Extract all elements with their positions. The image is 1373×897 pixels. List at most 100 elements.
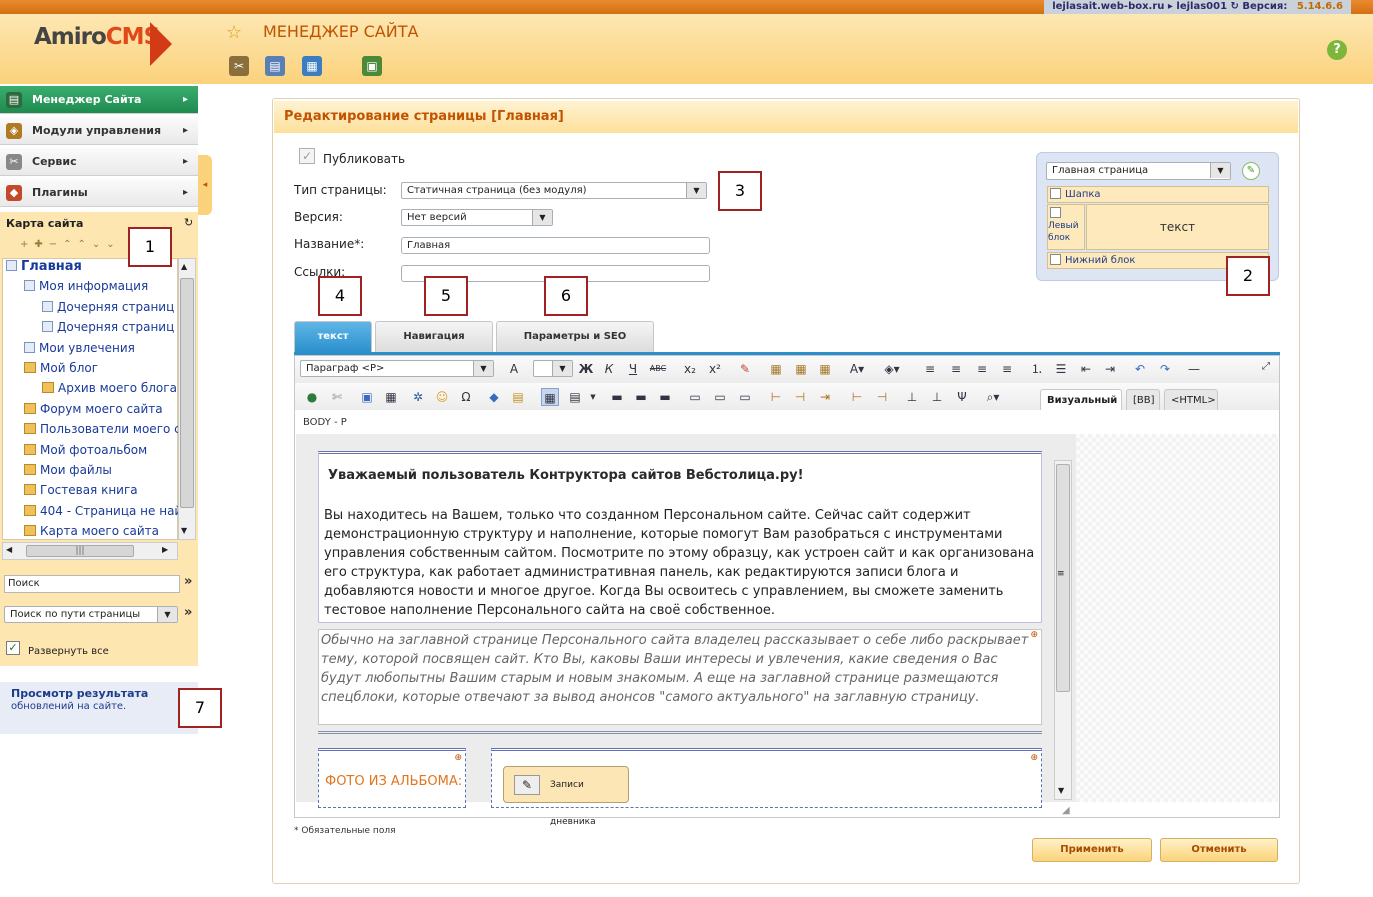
publish-checkbox[interactable]: ✓ bbox=[299, 148, 315, 164]
name-input[interactable]: Главная bbox=[401, 237, 710, 254]
unlink-icon[interactable]: ✄ bbox=[328, 388, 346, 406]
paste-text-icon[interactable]: ▦ bbox=[792, 360, 810, 378]
sitemap-icon[interactable]: ▦ bbox=[302, 56, 322, 76]
insert-table-icon[interactable]: ▦ bbox=[382, 388, 400, 406]
tree-toolbar[interactable]: +✚−⌃⌃⌄⌄ bbox=[20, 239, 121, 250]
tree-node[interactable]: Главная bbox=[6, 259, 82, 274]
insert-image-icon[interactable]: ▣ bbox=[358, 388, 376, 406]
tree-hscroll-thumb[interactable]: ||| bbox=[26, 545, 134, 557]
scroll-right-icon[interactable]: ▶ bbox=[162, 545, 168, 554]
bold-icon[interactable]: Ж bbox=[577, 360, 595, 378]
bg-color-icon[interactable]: ◈▾ bbox=[883, 360, 901, 378]
mode-html-tab[interactable]: <HTML> bbox=[1164, 389, 1218, 410]
remove-format-icon[interactable]: ✎ bbox=[736, 360, 754, 378]
scroll-up-icon[interactable]: ▲ bbox=[181, 262, 187, 271]
logo[interactable]: AmiroCMS bbox=[34, 24, 160, 50]
edit-template-icon[interactable]: ✎ bbox=[1242, 162, 1260, 180]
logout-icon[interactable]: ↻ bbox=[1231, 1, 1239, 12]
col-after-icon[interactable]: ▭ bbox=[711, 388, 729, 406]
paste-word-icon[interactable]: ▦ bbox=[816, 360, 834, 378]
mode-bb-tab[interactable]: [BB] bbox=[1126, 389, 1160, 410]
split-cells-icon[interactable]: ⊢ bbox=[767, 388, 785, 406]
tree-node[interactable]: Карта моего сайта bbox=[24, 524, 159, 538]
tree-node[interactable]: Мой фотоальбом bbox=[24, 443, 147, 457]
tree-node[interactable]: Гостевая книга bbox=[24, 483, 138, 497]
page-type-select[interactable]: Статичная страница (без модуля) ▼ bbox=[401, 182, 707, 199]
tools-icon[interactable]: ✂ bbox=[229, 56, 249, 76]
template-select[interactable]: Главная страница ▼ bbox=[1046, 162, 1231, 180]
collapse-menu-handle[interactable]: ◂ bbox=[198, 155, 212, 215]
block-link-icon[interactable]: ⊕ bbox=[1030, 753, 1038, 763]
search-go-button[interactable]: » bbox=[184, 574, 192, 589]
link-icon[interactable]: ● bbox=[303, 388, 321, 406]
font-size-icon[interactable]: A bbox=[505, 360, 523, 378]
row-before-icon[interactable]: ▬ bbox=[608, 388, 626, 406]
block-link-icon[interactable]: ⊕ bbox=[1030, 630, 1038, 640]
version-select[interactable]: Нет версий ▼ bbox=[401, 209, 553, 226]
layout-center-block[interactable]: текст bbox=[1086, 204, 1269, 250]
row-delete-icon[interactable]: ▬ bbox=[656, 388, 674, 406]
row-after-icon[interactable]: ▬ bbox=[632, 388, 650, 406]
content-block-intro[interactable]: Уважаемый пользователь Контруктора сайто… bbox=[318, 451, 1042, 623]
strike-icon[interactable]: ABC bbox=[649, 360, 667, 378]
user-link[interactable]: lejlas001 bbox=[1176, 1, 1227, 12]
tree-vscroll-thumb[interactable] bbox=[180, 278, 194, 508]
cancel-button[interactable]: Отменить bbox=[1160, 838, 1278, 862]
anchor-icon[interactable]: ⊥ bbox=[903, 388, 921, 406]
special-char-icon[interactable]: Ω bbox=[457, 388, 475, 406]
undo-icon[interactable]: ↶ bbox=[1131, 360, 1149, 378]
col-before-icon[interactable]: ▭ bbox=[686, 388, 704, 406]
expand-all-checkbox[interactable]: ✓ bbox=[6, 641, 20, 655]
layout-left-block[interactable]: Левый блок bbox=[1047, 204, 1085, 250]
scroll-left-icon[interactable]: ◀ bbox=[6, 545, 12, 554]
settings-icon[interactable]: ✲ bbox=[409, 388, 427, 406]
resize-handle-icon[interactable]: ◢ bbox=[1062, 805, 1070, 816]
smiley-icon[interactable]: ☺ bbox=[433, 388, 451, 406]
chevron-down-icon[interactable]: ▼ bbox=[584, 388, 602, 406]
pages-icon[interactable]: ▤ bbox=[265, 56, 285, 76]
photo-album-block[interactable]: ФОТО ИЗ АЛЬБОМА: ⊕ bbox=[318, 748, 466, 808]
redo-icon[interactable]: ↷ bbox=[1156, 360, 1174, 378]
table-props-icon[interactable]: ▤ bbox=[566, 388, 584, 406]
find-replace-icon[interactable]: ⌕▾ bbox=[984, 388, 1002, 406]
align-justify-icon[interactable]: ≡ bbox=[998, 360, 1016, 378]
tree-node[interactable]: Форум моего сайта bbox=[24, 402, 163, 416]
menu-plugins[interactable]: ◆ Плагины ▸ bbox=[0, 179, 198, 207]
tree-node[interactable]: Дочерняя страниц bbox=[42, 320, 174, 334]
tab-text[interactable]: текст bbox=[294, 321, 372, 353]
scroll-down-icon[interactable]: ▼ bbox=[1058, 786, 1064, 795]
subscript-icon[interactable]: x₂ bbox=[681, 360, 699, 378]
menu-service[interactable]: ✂ Сервис ▸ bbox=[0, 148, 198, 176]
media-icon[interactable]: ◆ bbox=[485, 388, 503, 406]
tree-node[interactable]: Мои увлечения bbox=[24, 341, 135, 355]
pagebreak-icon[interactable]: ⊥ bbox=[928, 388, 946, 406]
cell-props-icon[interactable]: ⇥ bbox=[816, 388, 834, 406]
menu-modules[interactable]: ◈ Модули управления ▸ bbox=[0, 117, 198, 145]
tree-node[interactable]: Пользователи моего с bbox=[24, 422, 181, 436]
col-delete-icon[interactable]: ▭ bbox=[736, 388, 754, 406]
tab-navigation[interactable]: Навигация bbox=[375, 321, 493, 353]
fullscreen-icon[interactable]: ⤢ bbox=[1257, 358, 1275, 376]
merge-cells-icon[interactable]: ⊣ bbox=[791, 388, 809, 406]
image-icon[interactable]: ▣ bbox=[362, 56, 382, 76]
insert-after-icon[interactable]: ⊣ bbox=[873, 388, 891, 406]
file-icon[interactable]: ▤ bbox=[509, 388, 527, 406]
tree-node[interactable]: Моя информация bbox=[24, 279, 148, 293]
italic-icon[interactable]: К bbox=[600, 360, 618, 378]
superscript-icon[interactable]: x² bbox=[706, 360, 724, 378]
mode-visual-tab[interactable]: Визуальный bbox=[1040, 389, 1122, 410]
scroll-down-icon[interactable]: ▼ bbox=[181, 526, 187, 535]
insert-before-icon[interactable]: ⊢ bbox=[848, 388, 866, 406]
format-select[interactable]: Параграф <P> ▼ bbox=[300, 360, 494, 377]
align-right-icon[interactable]: ≡ bbox=[973, 360, 991, 378]
tab-params-seo[interactable]: Параметры и SEO bbox=[496, 321, 654, 353]
block-link-icon[interactable]: ⊕ bbox=[454, 753, 462, 763]
favorite-star-icon[interactable]: ☆ bbox=[226, 22, 242, 43]
tree-node[interactable]: Дочерняя страниц bbox=[42, 300, 174, 314]
tree-node[interactable]: Архив моего блога bbox=[42, 381, 177, 395]
outdent-icon[interactable]: ⇤ bbox=[1077, 360, 1095, 378]
site-link[interactable]: lejlasait.web-box.ru bbox=[1052, 1, 1164, 12]
diary-widget[interactable]: ✎ Записи дневника bbox=[503, 766, 629, 827]
align-left-icon[interactable]: ≡ bbox=[921, 360, 939, 378]
unordered-list-icon[interactable]: ☰ bbox=[1052, 360, 1070, 378]
